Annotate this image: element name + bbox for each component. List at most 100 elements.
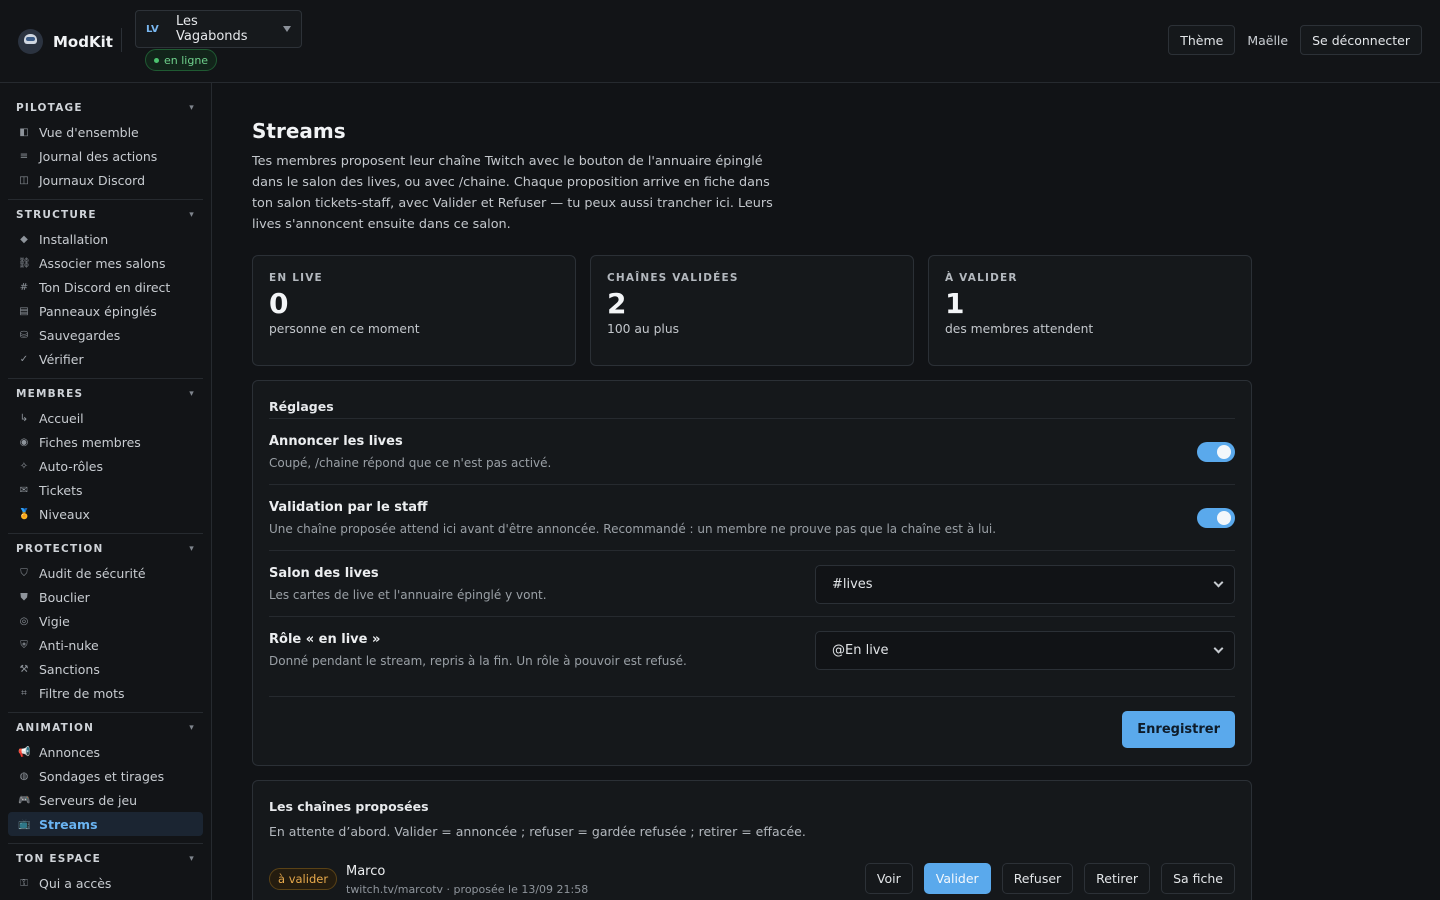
sidebar-item-label: Anti-nuke bbox=[39, 637, 99, 653]
setting-help: Coupé, /chaine répond que ce n'est pas a… bbox=[269, 456, 552, 470]
sidebar-item-sauvegardes[interactable]: ⛁ Sauvegardes bbox=[8, 323, 203, 347]
sidebar-item-bouclier[interactable]: ⛊ Bouclier bbox=[8, 585, 203, 609]
nav-icon: ◍ bbox=[19, 770, 29, 782]
sidebar-item-label: Associer mes salons bbox=[39, 255, 166, 271]
sidebar-item-annonces[interactable]: 📢 Annonces bbox=[8, 740, 203, 764]
sidebar-item-installation[interactable]: ◆ Installation bbox=[8, 227, 203, 251]
sidebar-section-title: PROTECTION bbox=[16, 543, 104, 555]
sidebar-section-header[interactable]: MEMBRES ▾ bbox=[8, 384, 203, 406]
channel-owner-name: Marco bbox=[346, 864, 386, 879]
view-button[interactable]: Voir bbox=[864, 863, 913, 894]
stat-subtext: 100 au plus bbox=[607, 322, 680, 336]
online-dot-icon bbox=[154, 57, 159, 63]
sidebar-item-tickets[interactable]: ✉ Tickets bbox=[8, 478, 203, 502]
announce-lives-toggle[interactable] bbox=[1197, 442, 1235, 462]
live-channel-value: #lives bbox=[832, 577, 873, 592]
nav-icon: ⚒ bbox=[19, 663, 29, 675]
sidebar-section-header[interactable]: TON ESPACE ▾ bbox=[8, 849, 203, 871]
sidebar-section-pilotage: PILOTAGE ▾ ◧ Vue d'ensemble ≡ Journal des act… bbox=[8, 93, 203, 200]
remove-button[interactable]: Retirer bbox=[1084, 863, 1151, 894]
brand[interactable]: ModKit bbox=[18, 29, 113, 54]
sidebar-item-anti-nuke[interactable]: ⛨ Anti-nuke bbox=[8, 633, 203, 657]
sidebar-item-label: Sauvegardes bbox=[39, 327, 121, 343]
stat-subtext: personne en ce moment bbox=[269, 322, 420, 336]
live-role-select[interactable]: @En live bbox=[815, 631, 1235, 670]
refuse-button[interactable]: Refuser bbox=[1001, 863, 1074, 894]
logout-button[interactable]: Se déconnecter bbox=[1300, 25, 1422, 55]
sidebar-item-statistiques[interactable]: ◔Statistiques bbox=[8, 895, 203, 900]
setting-announce-lives: Annoncer les lives Coupé, /chaine répond… bbox=[269, 419, 1235, 485]
sidebar-item-label: Vigie bbox=[39, 613, 70, 629]
nav-icon: ✉ bbox=[19, 484, 29, 496]
sidebar-section-protection: PROTECTION ▾ ⛉ Audit de sécurité ⛊ Bouclier ◎ V… bbox=[8, 534, 203, 713]
sidebar-item-label: Panneaux épinglés bbox=[39, 303, 157, 319]
setting-help: Donné pendant le stream, repris à la fin… bbox=[269, 654, 687, 668]
sidebar-section-header[interactable]: STRUCTURE ▾ bbox=[8, 205, 203, 227]
sidebar-item-auto-rôles[interactable]: ✧ Auto-rôles bbox=[8, 454, 203, 478]
user-name[interactable]: Maëlle bbox=[1245, 33, 1290, 48]
live-channel-select[interactable]: #lives bbox=[815, 565, 1235, 604]
setting-label: Salon des lives bbox=[269, 566, 379, 581]
sidebar-item-label: Tickets bbox=[39, 482, 83, 498]
sidebar-item-panneaux-épinglés[interactable]: ▤ Panneaux épinglés bbox=[8, 299, 203, 323]
channels-subtitle: En attente d’abord. Valider = annoncée ;… bbox=[269, 824, 806, 839]
sidebar-item-label: Qui a accès bbox=[39, 875, 112, 891]
member-profile-button[interactable]: Sa fiche bbox=[1161, 863, 1235, 894]
chevron-down-icon: ▾ bbox=[189, 103, 195, 113]
sidebar-item-associer-mes-salons[interactable]: ⛓ Associer mes salons bbox=[8, 251, 203, 275]
sidebar-item-label: Filtre de mots bbox=[39, 685, 125, 701]
sidebar-item-journaux-discord[interactable]: ◫ Journaux Discord bbox=[8, 168, 203, 192]
sidebar-item-filtre-de-mots[interactable]: ⌗ Filtre de mots bbox=[8, 681, 203, 705]
validate-button[interactable]: Valider bbox=[923, 863, 991, 894]
nav-icon: ⌗ bbox=[21, 687, 27, 699]
staff-validation-toggle[interactable] bbox=[1197, 508, 1235, 528]
sidebar-item-ton-discord-en-direct[interactable]: # Ton Discord en direct bbox=[8, 275, 203, 299]
sidebar-item-sondages-et-tirages[interactable]: ◍ Sondages et tirages bbox=[8, 764, 203, 788]
nav-icon: ✓ bbox=[19, 353, 29, 365]
sidebar-item-audit-de-sécurité[interactable]: ⛉ Audit de sécurité bbox=[8, 561, 203, 585]
sidebar-section-header[interactable]: PILOTAGE ▾ bbox=[8, 98, 203, 120]
setting-label: Rôle « en live » bbox=[269, 632, 381, 647]
stat-card-validated: CHAÎNES VALIDÉES 2 100 au plus bbox=[590, 255, 914, 366]
sidebar-item-label: Installation bbox=[39, 231, 109, 247]
sidebar-item-label: Accueil bbox=[39, 410, 84, 426]
nav-icon: ≡ bbox=[19, 150, 29, 162]
sidebar-item-label: Annonces bbox=[39, 744, 101, 760]
sidebar-item-vérifier[interactable]: ✓ Vérifier bbox=[8, 347, 203, 371]
sidebar-item-streams[interactable]: 📺 Streams bbox=[8, 812, 203, 836]
sidebar-item-serveurs-de-jeu[interactable]: 🎮 Serveurs de jeu bbox=[8, 788, 203, 812]
sidebar-item-vue-d-ensemble[interactable]: ◧ Vue d'ensemble bbox=[8, 120, 203, 144]
server-badge: LV bbox=[146, 23, 159, 35]
sidebar-item-sanctions[interactable]: ⚒ Sanctions bbox=[8, 657, 203, 681]
settings-title: Réglages bbox=[269, 381, 1235, 419]
stat-label: CHAÎNES VALIDÉES bbox=[607, 272, 739, 284]
stat-card-pending: À VALIDER 1 des membres attendent bbox=[928, 255, 1252, 366]
sidebar-section-header[interactable]: PROTECTION ▾ bbox=[8, 539, 203, 561]
channel-row: à valider Marco twitch.tv/marcotv · prop… bbox=[269, 863, 1235, 899]
setting-label: Validation par le staff bbox=[269, 500, 428, 515]
chevron-down-icon bbox=[1213, 577, 1224, 588]
nav-icon: ⛓ bbox=[18, 257, 31, 269]
sidebar-item-niveaux[interactable]: 🏅 Niveaux bbox=[8, 502, 203, 526]
nav-icon: 📢 bbox=[18, 746, 31, 758]
sidebar-item-accueil[interactable]: ↳ Accueil bbox=[8, 406, 203, 430]
sidebar-item-vigie[interactable]: ◎ Vigie bbox=[8, 609, 203, 633]
server-selector[interactable]: LV Les Vagabonds bbox=[135, 10, 302, 48]
save-button[interactable]: Enregistrer bbox=[1122, 711, 1235, 748]
sidebar-item-journal-des-actions[interactable]: ≡ Journal des actions bbox=[8, 144, 203, 168]
sidebar-item-fiches-membres[interactable]: ◉ Fiches membres bbox=[8, 430, 203, 454]
sidebar-item-label: Audit de sécurité bbox=[39, 565, 146, 581]
theme-button[interactable]: Thème bbox=[1168, 25, 1236, 55]
nav-icon: ⛉ bbox=[20, 567, 28, 579]
sidebar-item-label: Ton Discord en direct bbox=[39, 279, 171, 295]
sidebar-section-header[interactable]: ANIMATION ▾ bbox=[8, 718, 203, 740]
server-status-text: en ligne bbox=[164, 53, 209, 67]
server-status-badge: en ligne bbox=[145, 49, 218, 71]
settings-card: Réglages Annoncer les lives Coupé, /chai… bbox=[252, 380, 1252, 766]
sidebar-section-membres: MEMBRES ▾ ↳ Accueil ◉ Fiches membres ✧ Auto-rôl… bbox=[8, 379, 203, 534]
page-description: Tes membres proposent leur chaîne Twitch… bbox=[252, 154, 773, 232]
sidebar-item-qui-a-accès[interactable]: ⚿ Qui a accès bbox=[8, 871, 203, 895]
sidebar-section-ton-espace: TON ESPACE ▾ ⚿ Qui a accès ◔Statistiques bbox=[8, 844, 203, 900]
nav-icon: ◫ bbox=[19, 174, 29, 186]
chevron-down-icon: ▾ bbox=[189, 210, 195, 220]
